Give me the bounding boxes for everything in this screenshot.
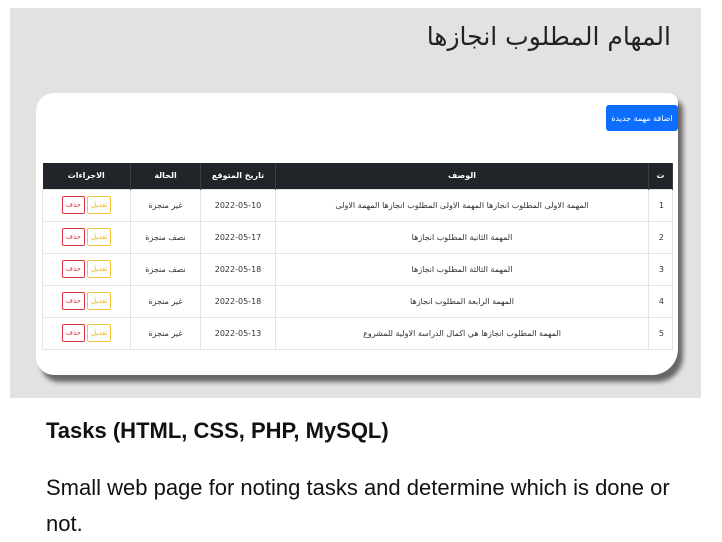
delete-button[interactable]: حذف	[61, 324, 86, 342]
row-description: المهمة الرابعة المطلوب انجازها	[275, 284, 649, 318]
tasks-card: اضافة مهمة جديدة ت الوصف تاريخ المتوقع ا…	[36, 93, 678, 375]
row-date: 2022-05-18	[200, 252, 276, 286]
table-header-row: ت الوصف تاريخ المتوقع الحالة الاجراءات	[42, 163, 673, 189]
row-description: المهمة الثالثة المطلوب انجازها	[275, 252, 649, 286]
edit-button[interactable]: تعديل	[87, 324, 112, 342]
row-state: نصف منجزة	[130, 220, 201, 254]
header-num: ت	[648, 163, 673, 189]
header-date: تاريخ المتوقع	[200, 163, 276, 189]
row-state: نصف منجزة	[130, 252, 201, 286]
table-row: 5 المهمة المطلوب انجازها هي اكمال الدراس…	[42, 316, 673, 350]
row-num: 5	[648, 316, 673, 350]
edit-button[interactable]: تعديل	[87, 292, 112, 310]
delete-button[interactable]: حذف	[61, 260, 86, 278]
delete-button[interactable]: حذف	[61, 228, 86, 246]
edit-button[interactable]: تعديل	[87, 228, 112, 246]
table-row: 2 المهمة الثانية المطلوب انجازها 2022-05…	[42, 220, 673, 254]
row-date: 2022-05-13	[200, 316, 276, 350]
header-description: الوصف	[275, 163, 649, 189]
row-description: المهمة الاولى المطلوب انجازها المهمة الا…	[275, 188, 649, 222]
page-title: المهام المطلوب انجازها	[426, 22, 671, 51]
row-num: 1	[648, 188, 673, 222]
screenshot-panel: المهام المطلوب انجازها اضافة مهمة جديدة …	[10, 8, 701, 398]
row-state: غير منجزة	[130, 188, 201, 222]
header-actions: الاجراءات	[42, 163, 131, 189]
delete-button[interactable]: حذف	[61, 196, 86, 214]
table-row: 1 المهمة الاولى المطلوب انجازها المهمة ا…	[42, 188, 673, 222]
caption-title: Tasks (HTML, CSS, PHP, MySQL)	[46, 418, 389, 443]
edit-button[interactable]: تعديل	[87, 196, 112, 214]
table-row: 4 المهمة الرابعة المطلوب انجازها 2022-05…	[42, 284, 673, 318]
row-actions: تعديل حذف	[42, 252, 131, 286]
delete-button[interactable]: حذف	[61, 292, 86, 310]
row-state: غير منجزة	[130, 284, 201, 318]
row-date: 2022-05-10	[200, 188, 276, 222]
add-task-button[interactable]: اضافة مهمة جديدة	[606, 105, 678, 131]
row-num: 3	[648, 252, 673, 286]
row-num: 2	[648, 220, 673, 254]
tasks-table: ت الوصف تاريخ المتوقع الحالة الاجراءات 1…	[42, 163, 673, 350]
row-actions: تعديل حذف	[42, 188, 131, 222]
edit-button[interactable]: تعديل	[87, 260, 112, 278]
header-state: الحالة	[130, 163, 201, 189]
row-num: 4	[648, 284, 673, 318]
row-actions: تعديل حذف	[42, 316, 131, 350]
caption-description: Small web page for noting tasks and dete…	[46, 475, 670, 536]
row-date: 2022-05-18	[200, 284, 276, 318]
row-description: المهمة المطلوب انجازها هي اكمال الدراسة …	[275, 316, 649, 350]
row-actions: تعديل حذف	[42, 284, 131, 318]
row-date: 2022-05-17	[200, 220, 276, 254]
row-actions: تعديل حذف	[42, 220, 131, 254]
row-description: المهمة الثانية المطلوب انجازها	[275, 220, 649, 254]
row-state: غير منجزة	[130, 316, 201, 350]
table-row: 3 المهمة الثالثة المطلوب انجازها 2022-05…	[42, 252, 673, 286]
